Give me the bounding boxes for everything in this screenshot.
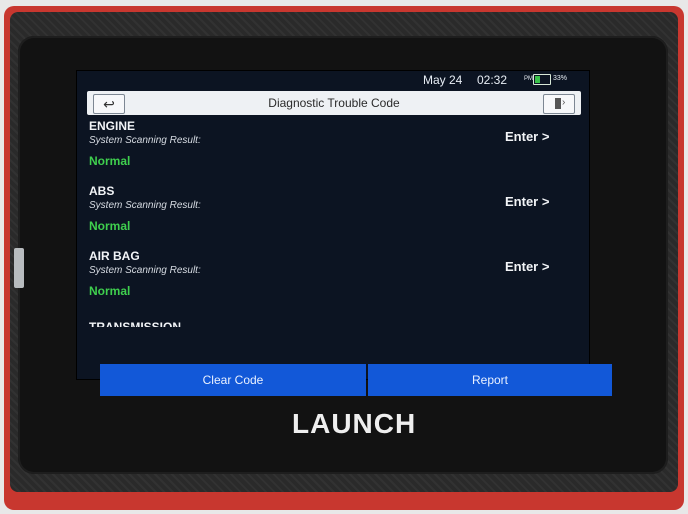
title-bar: ↩ Diagnostic Trouble Code › bbox=[87, 91, 581, 115]
battery-level-fill bbox=[535, 76, 540, 83]
status-time: 02:32 bbox=[477, 73, 508, 87]
status-bar: May 24 02:32 PM 33% bbox=[77, 71, 589, 89]
system-row-airbag[interactable]: AIR BAG System Scanning Result: Normal E… bbox=[77, 249, 589, 309]
enter-button-abs[interactable]: Enter > bbox=[505, 194, 549, 209]
exit-button[interactable]: › bbox=[543, 94, 575, 114]
launch-logo: LAUNCH bbox=[292, 408, 417, 439]
system-result-label: System Scanning Result: bbox=[89, 200, 201, 211]
battery-percent: 33% bbox=[553, 75, 568, 82]
page-title: Diagnostic Trouble Code bbox=[268, 96, 400, 110]
exit-arrow-icon: › bbox=[562, 97, 566, 108]
action-bar: Clear Code Report bbox=[100, 364, 612, 396]
system-result-label: System Scanning Result: bbox=[89, 265, 201, 276]
status-ampm: PM bbox=[524, 76, 533, 82]
clear-code-button[interactable]: Clear Code bbox=[100, 364, 366, 396]
system-row-engine[interactable]: ENGINE System Scanning Result: Normal En… bbox=[77, 119, 589, 179]
enter-button-engine[interactable]: Enter > bbox=[505, 129, 549, 144]
system-status: Normal bbox=[89, 219, 131, 233]
report-button[interactable]: Report bbox=[368, 364, 612, 396]
system-name: ENGINE bbox=[89, 119, 136, 133]
status-date: May 24 bbox=[423, 73, 463, 87]
system-name: ABS bbox=[89, 184, 115, 198]
system-name-partial: TRANSMISSION bbox=[89, 320, 182, 327]
system-status: Normal bbox=[89, 284, 131, 298]
enter-button-airbag[interactable]: Enter > bbox=[505, 259, 549, 274]
system-result-label: System Scanning Result: bbox=[89, 135, 201, 146]
system-name: AIR BAG bbox=[89, 249, 140, 263]
exit-door-icon bbox=[555, 98, 561, 109]
battery-icon bbox=[533, 74, 551, 85]
side-clip bbox=[14, 248, 24, 288]
system-row-abs[interactable]: ABS System Scanning Result: Normal Enter… bbox=[77, 184, 589, 244]
system-status: Normal bbox=[89, 154, 131, 168]
device-screen: May 24 02:32 PM 33% ↩ Diagnostic Trouble… bbox=[76, 70, 590, 380]
